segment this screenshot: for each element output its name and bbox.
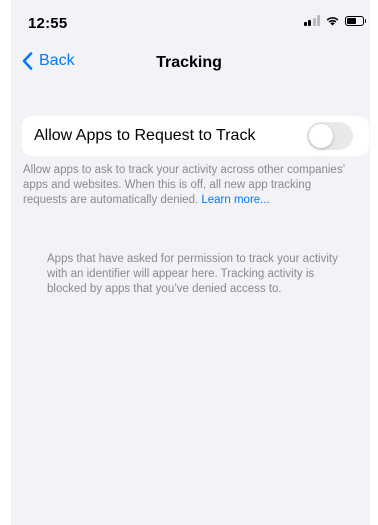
cellular-signal-icon [303, 15, 320, 26]
learn-more-link[interactable]: Learn more... [201, 194, 269, 206]
wifi-icon [326, 17, 339, 26]
tracking-info-note: Apps that have asked for permission to t… [47, 253, 338, 295]
navigation-bar: Back Tracking [0, 44, 378, 84]
battery-icon [345, 15, 366, 26]
tracking-settings-screen: 12:55 Back Tracking Allow Apps to Reques… [0, 0, 378, 525]
status-time: 12:55 [28, 15, 68, 32]
allow-tracking-label: Allow Apps to Request to Track [34, 127, 256, 144]
page-title: Tracking [156, 54, 222, 71]
toggle-knob [309, 124, 333, 148]
status-bar: 12:55 [0, 0, 378, 40]
status-icons [303, 15, 366, 26]
allow-tracking-toggle[interactable] [307, 122, 353, 150]
allow-tracking-cell: Allow Apps to Request to Track [22, 116, 369, 156]
tracking-footnote: Allow apps to ask to track your activity… [23, 163, 348, 208]
footnote-text: Allow apps to ask to track your activity… [23, 164, 345, 206]
